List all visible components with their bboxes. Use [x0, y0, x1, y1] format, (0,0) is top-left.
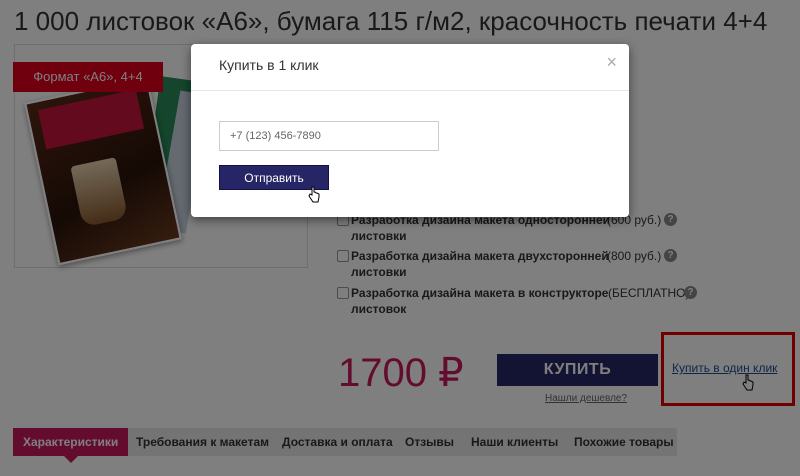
one-click-modal: Купить в 1 клик × Отправить: [191, 44, 629, 217]
hand-pointer-icon: [308, 186, 320, 203]
close-icon[interactable]: ×: [606, 52, 617, 73]
modal-title: Купить в 1 клик: [219, 57, 319, 73]
modal-divider: [191, 90, 629, 91]
phone-input[interactable]: [219, 121, 439, 151]
